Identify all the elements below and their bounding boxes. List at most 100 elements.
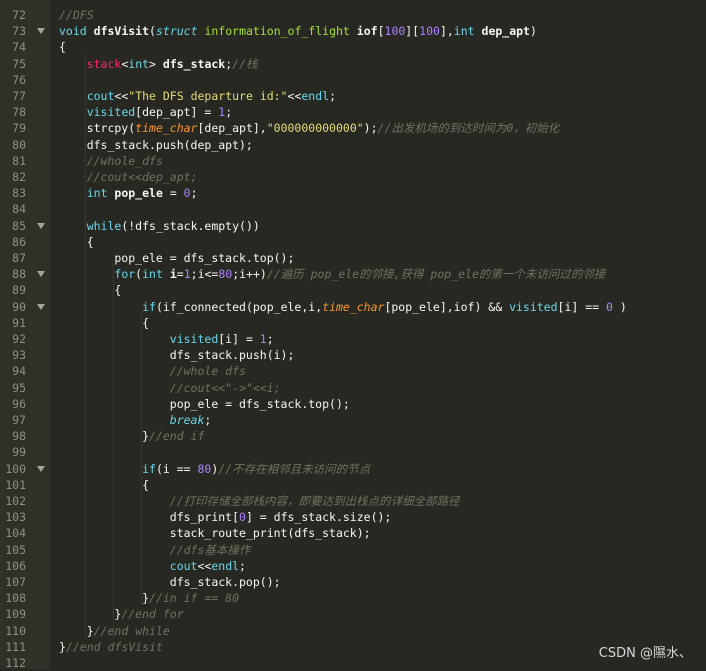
- code-text: pop_ele = dfs_stack.top();: [59, 396, 350, 411]
- line-number: 96: [12, 396, 26, 411]
- code-line: 109 }//end for: [0, 606, 706, 622]
- code-text: //dfs基本操作: [169, 542, 251, 557]
- line-number: 78: [12, 105, 26, 120]
- code-text: {: [59, 40, 66, 55]
- line-number: 85: [12, 218, 26, 233]
- code-line: 103 dfs_print[0] = dfs_stack.size();: [0, 509, 706, 525]
- code-text: dfs_stack.push(dep_apt);: [59, 137, 253, 152]
- indent-guide: [113, 264, 114, 637]
- line-number: 97: [12, 413, 26, 427]
- code-line: 88 for(int i=1;i<=80;i++)//遍历 pop_ele的邻接…: [0, 266, 706, 282]
- line-number: 102: [5, 494, 26, 508]
- fold-arrow-icon[interactable]: [37, 222, 45, 229]
- code-text: if(i == 80)//不存在相邻且未访问的节点: [142, 461, 371, 476]
- code-line: 97 break;: [0, 412, 706, 428]
- code-line: 80 dfs_stack.push(dep_apt);: [0, 137, 706, 153]
- line-number: 76: [12, 72, 26, 87]
- code-line: 86 {: [0, 234, 706, 250]
- line-number: 90: [12, 299, 26, 314]
- line-number: 77: [12, 89, 26, 103]
- code-text: pop_ele = dfs_stack.top();: [59, 251, 295, 265]
- line-number: 73: [12, 24, 26, 39]
- line-number: 108: [5, 591, 26, 606]
- code-line: 106 cout<<endl;: [0, 558, 706, 574]
- code-text: stack<int> dfs_stack;//栈: [86, 56, 258, 71]
- code-line: 102 //打印存储全部栈内容，即要达到出栈点的详细全部路径: [0, 493, 706, 509]
- line-number: 84: [12, 202, 26, 217]
- watermark: CSDN @隰水、: [598, 646, 692, 661]
- code-line: 110 }//end while: [0, 623, 706, 639]
- code-text: int pop_ele = 0;: [86, 186, 198, 201]
- code-line: 82 //cout<<dep_apt;: [0, 169, 706, 185]
- line-number: 106: [5, 558, 26, 573]
- code-editor[interactable]: 72 //DFS 73 void dfsVisit(struct informatio…: [0, 0, 706, 670]
- fold-arrow-icon[interactable]: [37, 28, 45, 35]
- line-number: 75: [12, 56, 26, 71]
- code-text: }//end if: [59, 429, 205, 444]
- code-line: 90 if(if_connected(pop_ele,i,time_char[p…: [0, 299, 706, 315]
- code-text: while(!dfs_stack.empty()): [86, 218, 260, 233]
- code-line: 93 dfs_stack.push(i);: [0, 347, 706, 363]
- fold-arrow-icon[interactable]: [37, 271, 45, 278]
- code-line: 92 visited[i] = 1;: [0, 331, 706, 347]
- line-number: 104: [5, 526, 26, 541]
- line-number: 81: [12, 153, 26, 168]
- line-number: 87: [12, 251, 26, 265]
- code-line: 81 //whole_dfs: [0, 153, 706, 169]
- code-text: {: [59, 315, 150, 330]
- line-number: 100: [5, 461, 26, 476]
- fold-arrow-icon[interactable]: [37, 303, 45, 310]
- code-text: dfs_stack.push(i);: [59, 348, 295, 363]
- code-text: {: [59, 234, 94, 249]
- code-line: 79 strcpy(time_char[dep_apt],"0000000000…: [0, 120, 706, 136]
- line-number: 110: [5, 623, 26, 638]
- code-text: //cout<<"->"<<i;: [169, 380, 281, 395]
- code-line: 77 cout<<"The DFS departure id:"<<endl;: [0, 88, 706, 104]
- code-line: 87 pop_ele = dfs_stack.top();: [0, 250, 706, 266]
- code-line: 104 stack_route_print(dfs_stack);: [0, 525, 706, 541]
- indent-guide: [85, 53, 86, 637]
- code-line: 105 //dfs基本操作: [0, 542, 706, 558]
- line-number: 107: [5, 575, 26, 589]
- line-number: 99: [12, 445, 26, 460]
- indent-guide: [141, 312, 142, 605]
- code-line: 94 //whole dfs: [0, 363, 706, 379]
- line-number: 91: [12, 315, 26, 330]
- line-number: 80: [12, 137, 26, 152]
- code-text: //打印存储全部栈内容，即要达到出栈点的详细全部路径: [169, 494, 460, 508]
- line-number: 92: [12, 332, 26, 346]
- code-text: //cout<<dep_apt;: [86, 170, 198, 184]
- code-line: 101 {: [0, 477, 706, 493]
- code-text: for(int i=1;i<=80;i++)//遍历 pop_ele的邻接,获得…: [114, 267, 606, 282]
- code-text: cout<<"The DFS departure id:"<<endl;: [86, 89, 337, 103]
- code-line: 78 visited[dep_apt] = 1;: [0, 104, 706, 120]
- fold-arrow-icon[interactable]: [37, 465, 45, 472]
- line-number: 111: [5, 639, 26, 654]
- code-line: 89 {: [0, 282, 706, 298]
- code-line: 98 }//end if: [0, 428, 706, 444]
- code-text: }//end for: [59, 607, 184, 622]
- code-line: 100 if(i == 80)//不存在相邻且未访问的节点: [0, 461, 706, 477]
- line-number: 83: [12, 186, 26, 201]
- line-number: 74: [12, 40, 26, 55]
- code-text: void dfsVisit(struct information_of_flig…: [59, 24, 537, 39]
- code-line: 107 dfs_stack.pop();: [0, 574, 706, 590]
- code-line: 73 void dfsVisit(struct information_of_fl…: [0, 23, 706, 39]
- line-number: 98: [12, 429, 26, 444]
- line-number: 95: [12, 380, 26, 395]
- code-text: stack_route_print(dfs_stack);: [59, 526, 371, 541]
- code-line: 74 {: [0, 39, 706, 55]
- code-line: 72 //DFS: [0, 7, 706, 23]
- line-number: 88: [12, 267, 26, 282]
- code-text: dfs_stack.pop();: [59, 575, 281, 589]
- code-text: //whole_dfs: [86, 153, 163, 168]
- line-number: 82: [12, 170, 26, 184]
- code-line: 76: [0, 72, 706, 88]
- line-number: 109: [5, 607, 26, 622]
- code-text: strcpy(time_char[dep_apt],"000000000000"…: [59, 121, 560, 136]
- code-line: 75 stack<int> dfs_stack;//栈: [0, 56, 706, 72]
- code-text: dfs_print[0] = dfs_stack.size();: [59, 510, 392, 525]
- code-text: {: [59, 477, 150, 492]
- code-line: 99: [0, 444, 706, 460]
- code-line: 96 pop_ele = dfs_stack.top();: [0, 396, 706, 412]
